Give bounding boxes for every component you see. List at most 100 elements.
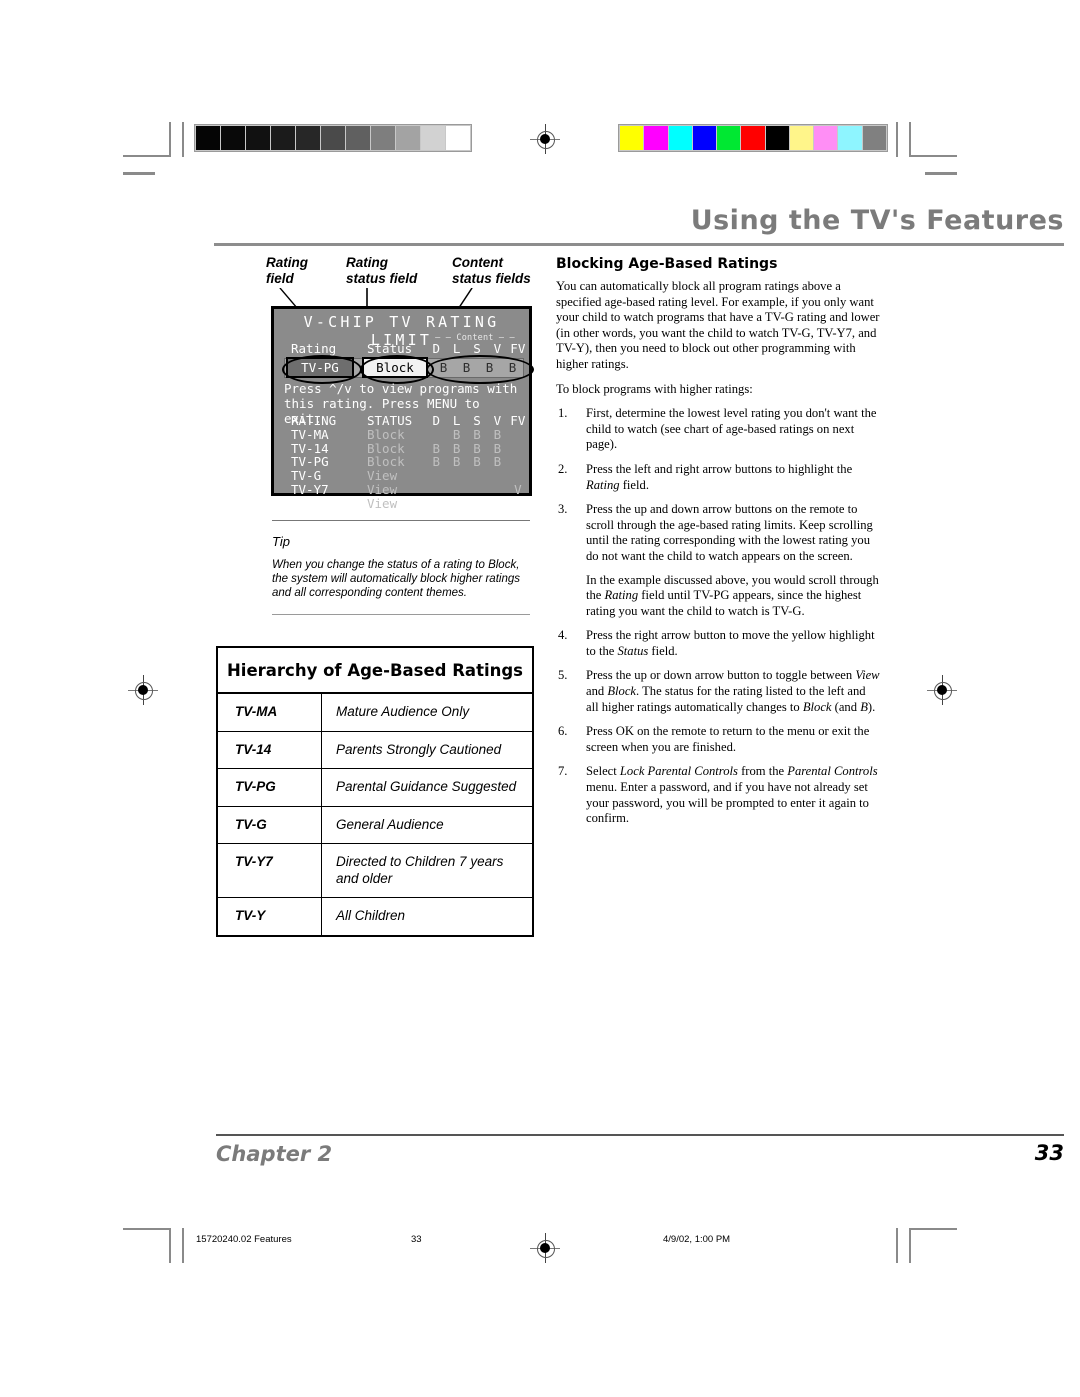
hierarchy-description: Mature Audience Only <box>336 704 470 719</box>
crop-mark-bottom-right-tick <box>896 1228 898 1263</box>
tv-row-flags: BBBB <box>426 454 528 469</box>
grayscale-swatch <box>221 126 246 150</box>
tv-rating-row[interactable]: TV-PG Block B B B B <box>274 454 529 469</box>
step-text: Press OK on the remote to return to the … <box>586 724 870 754</box>
tv-header-col-v: V <box>493 341 502 356</box>
table-row: TV-MA Mature Audience Only <box>218 694 532 732</box>
step-number: 3. <box>558 502 568 517</box>
color-swatch <box>668 126 693 150</box>
color-swatch <box>814 126 839 150</box>
tv-rating-row[interactable]: TV-14 Block B B B B <box>274 441 529 456</box>
crop-mark-bottom-left-h <box>123 1228 171 1230</box>
emphasis: Status <box>617 643 649 658</box>
hierarchy-description: Directed to Children 7 years and older <box>336 854 504 886</box>
tv-header-col-l: L <box>452 341 461 356</box>
step-text-secondary: In the example discussed above, you woul… <box>586 572 879 618</box>
article-step: 6. Press OK on the remote to return to th… <box>556 724 881 755</box>
hierarchy-table-heading: Hierarchy of Age-Based Ratings <box>218 648 532 694</box>
emphasis: Block <box>607 684 637 699</box>
tv-rating-row[interactable]: TV-Y View <box>274 496 529 511</box>
callout-rating-field-line2: field <box>266 270 294 286</box>
color-swatch <box>862 126 886 150</box>
tv-row-status: View <box>367 468 398 484</box>
callout-rating-status-line2: status field <box>346 270 418 286</box>
footer-rule <box>216 1134 1064 1136</box>
hierarchy-code: TV-G <box>218 806 322 843</box>
grayscale-swatch <box>371 126 396 150</box>
hierarchy-description: Parental Guidance Suggested <box>336 779 517 794</box>
article-step: 7. Select Lock Parental Controls from the… <box>556 764 881 826</box>
tv-row-flag <box>426 427 446 442</box>
grayscale-swatch <box>421 126 446 150</box>
table-row: TV-Y All Children <box>218 898 532 935</box>
registration-target-right <box>927 675 957 705</box>
tv-rating-row[interactable]: TV-G View <box>274 468 529 484</box>
table-row: TV-14 Parents Strongly Cautioned <box>218 731 532 769</box>
callout-rating-field: Rating field <box>266 255 308 286</box>
tv-header-status: Status <box>367 341 413 356</box>
tv-row-rating: RATING <box>291 413 337 428</box>
tv-row-flag <box>508 441 528 456</box>
print-slug-date: 4/9/02, 1:00 PM <box>663 1234 731 1245</box>
callout-rating-status-field: Rating status field <box>346 255 417 286</box>
hierarchy-code: TV-MA <box>218 694 322 731</box>
callout-content-status-line2: status fields <box>452 270 531 286</box>
article-steps: 1. First, determine the lowest level rati… <box>556 406 881 827</box>
registration-target-top <box>530 124 560 154</box>
tv-row-rating: TV-G <box>291 468 322 484</box>
tv-row-flags: BBBB <box>426 441 528 456</box>
tv-row-rating: TV-MA <box>291 426 329 442</box>
grayscale-swatch <box>346 126 371 150</box>
article-lead-in: To block programs with higher ratings: <box>556 381 753 396</box>
registration-target-left <box>128 675 158 705</box>
tv-rating-row[interactable]: RATING STATUS D L S V FV <box>274 413 529 428</box>
color-swatch <box>741 126 766 150</box>
step-number: 6. <box>558 724 568 739</box>
tv-header-col-d: D <box>432 341 440 356</box>
emphasis: Block <box>802 699 832 714</box>
article-intro: You can automatically block all program … <box>556 279 880 371</box>
article-step: 1. First, determine the lowest level rati… <box>556 406 881 453</box>
step-number: 1. <box>558 406 568 421</box>
crop-mark-bottom-right-v <box>909 1228 911 1263</box>
tv-row-flag: B <box>452 454 461 470</box>
tv-row-flag: B <box>473 454 481 470</box>
tip-block: Tip When you change the status of a rati… <box>272 520 530 615</box>
hierarchy-code: TV-14 <box>218 731 322 768</box>
table-row: TV-G General Audience <box>218 806 532 844</box>
tv-row-flag: S <box>473 413 481 428</box>
tv-rating-row[interactable]: TV-MA Block B B B <box>274 426 529 442</box>
hierarchy-code: TV-Y7 <box>218 844 322 897</box>
color-swatch <box>765 126 790 150</box>
tip-label: Tip <box>272 534 290 549</box>
tip-rule-bottom <box>272 613 530 615</box>
article-step: 5. Press the up or down arrow button to t… <box>556 668 881 715</box>
step-text: Press the up or down arrow button to tog… <box>586 668 880 714</box>
title-rule <box>214 243 1064 246</box>
grayscale-swatch <box>446 126 470 150</box>
tv-row-flags: D L S V FV <box>426 413 528 428</box>
article-step: 2. Press the left and right arrow buttons… <box>556 462 881 493</box>
emphasis: Rating <box>604 588 639 603</box>
tv-instruction-line1: Press ^/v to view programs with <box>284 381 518 396</box>
color-swatch <box>692 126 718 150</box>
print-slug-filename: 15720240.02 Features <box>196 1234 292 1245</box>
tv-onscreen-menu: V-CHIP TV RATING LIMIT – – Content – – R… <box>271 306 534 511</box>
tv-row-flag: V <box>514 481 522 497</box>
tv-row-flag: B <box>452 440 461 456</box>
callout-rating-status-line1: Rating <box>346 255 388 270</box>
tv-rating-row[interactable]: TV-Y7 View V <box>274 481 529 497</box>
hierarchy-table: Hierarchy of Age-Based Ratings TV-MA Matu… <box>216 646 534 937</box>
tv-row-flag: FV <box>510 413 526 428</box>
callout-content-status-line1: Content <box>452 255 503 270</box>
tv-row-flag: B <box>452 426 461 442</box>
grayscale-swatch <box>321 126 346 150</box>
hierarchy-code: TV-Y <box>218 898 322 935</box>
tv-header-col-s: S <box>473 341 481 356</box>
tv-row-flag: B <box>473 426 481 442</box>
grayscale-swatch <box>246 126 271 150</box>
crop-mark-top-right-v <box>909 122 911 157</box>
table-row: TV-Y7 Directed to Children 7 years and ol… <box>218 844 532 898</box>
table-row: TV-PG Parental Guidance Suggested <box>218 769 532 807</box>
color-swatch <box>717 126 742 150</box>
